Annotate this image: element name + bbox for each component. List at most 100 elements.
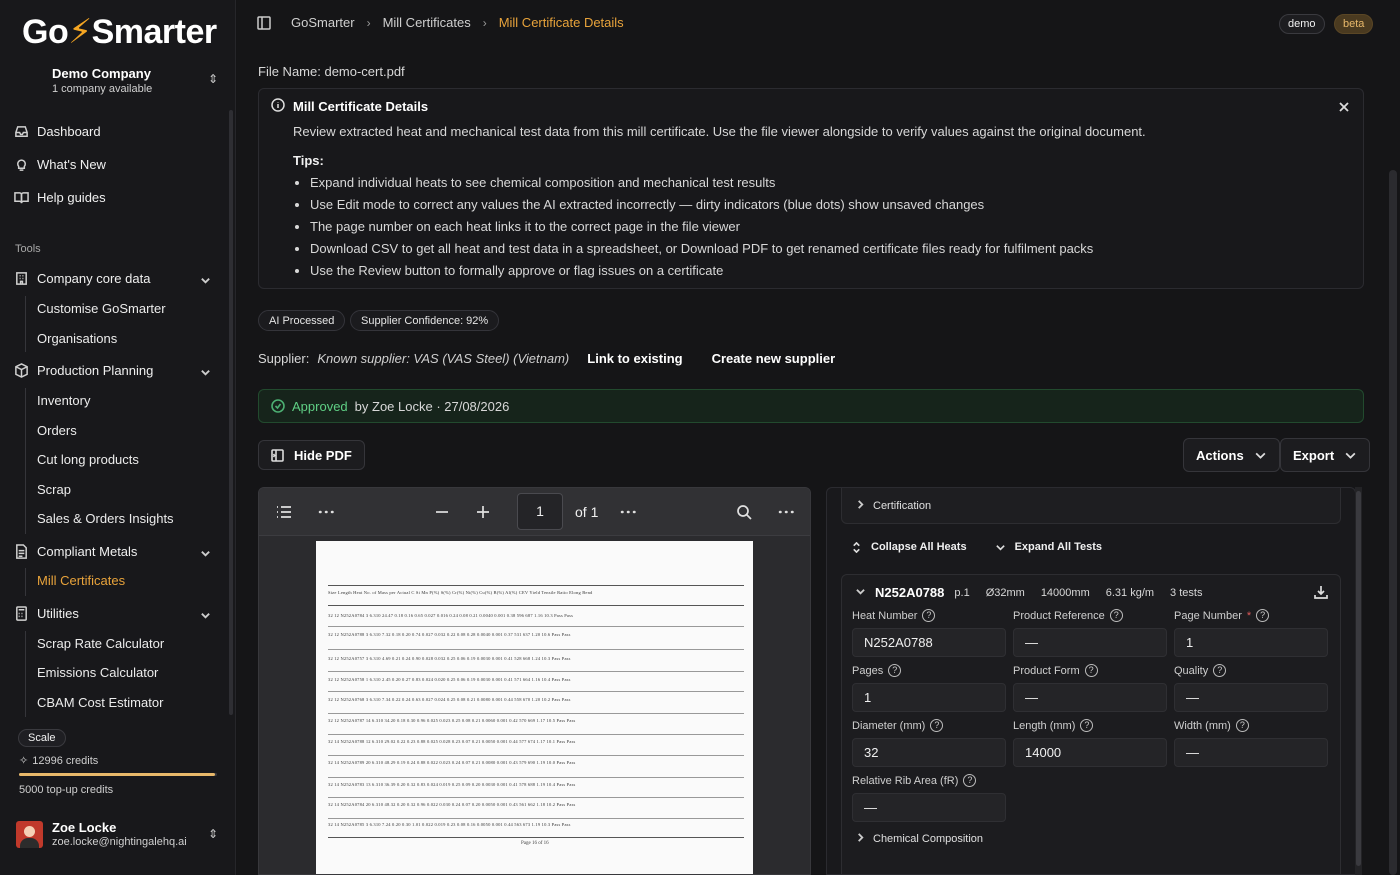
nav-help-guides[interactable]: Help guides [14, 190, 106, 205]
heat-number-field[interactable]: N252A0788 [852, 628, 1006, 657]
logo-text-right: Smarter [91, 13, 218, 51]
search-icon[interactable] [735, 503, 753, 521]
nav-production-planning[interactable]: Production Planning [14, 363, 153, 378]
nav-emissions-calculator[interactable]: Emissions Calculator [37, 665, 158, 680]
product-reference-field[interactable]: — [1013, 628, 1167, 657]
length-field[interactable]: 14000 [1013, 738, 1167, 767]
relative-rib-area-field[interactable]: — [852, 793, 1006, 822]
actions-button[interactable]: Actions [1183, 438, 1280, 472]
nav-mill-certificates[interactable]: Mill Certificates [37, 573, 125, 588]
user-menu[interactable]: Zoe Locke zoe.locke@nightingalehq.ai ⇕ [16, 819, 226, 851]
chevron-down-icon[interactable] [200, 547, 210, 557]
doc-table-row: 32 12 N252A0784 3 6.310 24.47 0.18 0.16 … [328, 613, 574, 618]
nav-orders[interactable]: Orders [37, 423, 77, 438]
company-switcher[interactable]: Demo Company 1 company available ⇕ [52, 66, 222, 95]
collapse-all-label: Collapse All Heats [871, 541, 967, 553]
help-icon[interactable]: ? [963, 774, 977, 787]
expand-all-tests-button[interactable]: Expand All Tests [995, 541, 1102, 553]
more-horizontal-icon[interactable] [619, 503, 637, 521]
sidebar-scrollbar[interactable] [229, 110, 233, 715]
avatar [16, 821, 43, 848]
help-icon[interactable]: ? [1109, 609, 1123, 622]
download-icon[interactable] [1314, 585, 1328, 602]
nav-scrap[interactable]: Scrap [37, 482, 71, 497]
submenu-guide-line [25, 568, 26, 596]
more-horizontal-icon[interactable] [317, 503, 335, 521]
info-title: Mill Certificate Details [293, 99, 429, 114]
heat-mass: 6.31 kg/m [1105, 586, 1155, 599]
breadcrumb-root[interactable]: GoSmarter [291, 15, 355, 30]
check-circle-icon [271, 399, 285, 413]
hide-pdf-button[interactable]: Hide PDF [258, 440, 365, 470]
product-form-field[interactable]: — [1013, 683, 1167, 712]
outline-list-icon[interactable] [275, 503, 293, 521]
doc-table-row: 32 14 N252A0784 20 6.310 48.32 0.20 0.32… [328, 802, 576, 807]
help-icon[interactable]: ? [1080, 719, 1094, 732]
chevron-down-icon [856, 587, 865, 599]
help-icon[interactable]: ? [930, 719, 944, 732]
nav-scrap-rate-calculator[interactable]: Scrap Rate Calculator [37, 636, 164, 651]
chemical-composition-label: Chemical Composition [873, 833, 984, 845]
nav-inventory[interactable]: Inventory [37, 393, 90, 408]
nav-organisations[interactable]: Organisations [37, 331, 117, 346]
certification-section[interactable]: Certification [841, 488, 1341, 524]
collapse-all-heats-button[interactable]: Collapse All Heats [851, 541, 967, 553]
nav-compliant-metals[interactable]: Compliant Metals [14, 544, 137, 559]
chemical-composition-section[interactable]: Chemical Composition [856, 833, 983, 845]
close-icon[interactable] [1338, 101, 1350, 116]
nav-whats-new[interactable]: What's New [14, 157, 106, 172]
product-reference-label: Product Reference? [1013, 609, 1123, 622]
gosmarter-logo[interactable]: Go⚡Smarter [22, 12, 217, 52]
help-icon[interactable]: ? [1213, 664, 1227, 677]
chevron-down-icon[interactable] [200, 366, 210, 376]
heat-page: p.1 [954, 586, 970, 599]
doc-table-header: Size Length Heat No. of Mass per Actual … [328, 590, 593, 595]
panel-scrollbar[interactable] [1355, 487, 1362, 875]
pages-field[interactable]: 1 [852, 683, 1006, 712]
nav-cbam-cost-estimator[interactable]: CBAM Cost Estimator [37, 695, 163, 710]
nav-utilities[interactable]: Utilities [14, 606, 79, 621]
heat-number-title: N252A0788 [875, 585, 945, 600]
help-icon[interactable]: ? [1235, 719, 1249, 732]
page-number-input[interactable]: 1 [517, 493, 563, 530]
beta-badge: beta [1334, 14, 1374, 34]
company-count: 1 company available [52, 83, 153, 95]
create-new-supplier-button[interactable]: Create new supplier [712, 351, 836, 366]
zoom-out-icon[interactable] [433, 503, 451, 521]
heat-header[interactable]: N252A0788 p.1 Ø32mm 14000mm 6.31 kg/m 3 … [856, 585, 1218, 600]
building-icon [16, 272, 27, 285]
nav-cut-long-products[interactable]: Cut long products [37, 452, 139, 467]
chevron-down-icon[interactable] [200, 274, 210, 284]
heat-number-label: Heat Number? [852, 609, 936, 622]
app-root: Go⚡Smarter Demo Company 1 company availa… [0, 0, 1400, 875]
product-form-label: Product Form? [1013, 664, 1098, 677]
help-icon[interactable]: ? [1256, 609, 1270, 622]
nav-sales-orders-insights[interactable]: Sales & Orders Insights [37, 511, 174, 526]
help-icon[interactable]: ? [922, 609, 936, 622]
page-number-field[interactable]: 1 [1174, 628, 1328, 657]
calculator-icon [16, 606, 27, 621]
export-button[interactable]: Export [1280, 438, 1371, 472]
doc-table-row: 32 12 N252A0768 3 6.310 7.34 0.22 0.24 0… [328, 697, 571, 702]
nav-dashboard[interactable]: Dashboard [14, 124, 101, 139]
diameter-field[interactable]: 32 [852, 738, 1006, 767]
quality-field[interactable]: — [1174, 683, 1328, 712]
nav-customise-gosmarter[interactable]: Customise GoSmarter [37, 301, 166, 316]
main-scrollbar[interactable] [1389, 170, 1397, 875]
sidebar-toggle-icon[interactable] [257, 16, 271, 30]
zoom-in-icon[interactable] [474, 503, 492, 521]
heat-card: N252A0788 p.1 Ø32mm 14000mm 6.31 kg/m 3 … [841, 574, 1341, 874]
help-icon[interactable]: ? [1084, 664, 1098, 677]
breadcrumb-parent[interactable]: Mill Certificates [383, 15, 471, 30]
more-horizontal-icon[interactable] [777, 503, 795, 521]
chevron-up-down-icon: ⇕ [207, 72, 218, 86]
certification-label: Certification [873, 499, 932, 512]
table-rule [328, 691, 744, 692]
chevron-down-icon[interactable] [200, 609, 210, 619]
nav-company-core-data[interactable]: Company core data [14, 271, 150, 286]
document-icon [16, 544, 27, 559]
panel-scrollbar-thumb[interactable] [1356, 491, 1361, 866]
width-field[interactable]: — [1174, 738, 1328, 767]
link-to-existing-button[interactable]: Link to existing [587, 351, 682, 366]
help-icon[interactable]: ? [888, 664, 902, 677]
